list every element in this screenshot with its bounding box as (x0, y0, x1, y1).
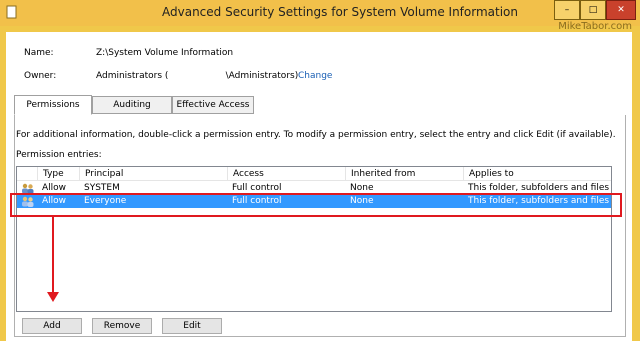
edit-button[interactable]: Edit (162, 318, 222, 334)
column-header-applies-to[interactable]: Applies to (463, 167, 613, 181)
column-header-access[interactable]: Access (227, 167, 345, 181)
tab-auditing[interactable]: Auditing (92, 96, 172, 114)
watermark: MikeTabor.com (558, 21, 632, 32)
list-header: Type Principal Access Inherited from App… (17, 167, 611, 181)
minimize-icon: – (564, 5, 570, 15)
annotation-arrow-line (52, 216, 54, 296)
annotation-highlight-box (10, 193, 622, 217)
permissions-intro: For additional information, double-click… (16, 130, 616, 140)
column-header-inherited-from[interactable]: Inherited from (345, 167, 463, 181)
column-header-type[interactable]: Type (37, 167, 79, 181)
add-button[interactable]: Add (22, 318, 82, 334)
remove-button[interactable]: Remove (92, 318, 152, 334)
permission-entries-list[interactable]: Type Principal Access Inherited from App… (16, 166, 612, 312)
maximize-button[interactable]: □ (580, 0, 606, 20)
name-label: Name: (24, 48, 54, 58)
permission-entries-label: Permission entries: (16, 150, 102, 160)
tab-effective-access[interactable]: Effective Access (172, 96, 254, 114)
window-title: Advanced Security Settings for System Vo… (162, 5, 518, 19)
annotation-arrow-head-icon (47, 292, 59, 302)
name-value: Z:\System Volume Information (96, 48, 234, 58)
tab-permissions[interactable]: Permissions (14, 95, 92, 115)
close-button[interactable]: ✕ (606, 0, 636, 20)
owner-value: Administrators ( \Administrators) (96, 71, 299, 81)
change-owner-link[interactable]: Change (298, 71, 332, 81)
close-icon: ✕ (617, 5, 625, 15)
folder-icon (6, 5, 17, 19)
maximize-icon: □ (588, 5, 598, 15)
title-bar: Advanced Security Settings for System Vo… (0, 0, 640, 26)
dialog-body: Name: Z:\System Volume Information Owner… (6, 32, 632, 341)
column-header-principal[interactable]: Principal (79, 167, 227, 181)
minimize-button[interactable]: – (554, 0, 580, 20)
owner-label: Owner: (24, 71, 57, 81)
